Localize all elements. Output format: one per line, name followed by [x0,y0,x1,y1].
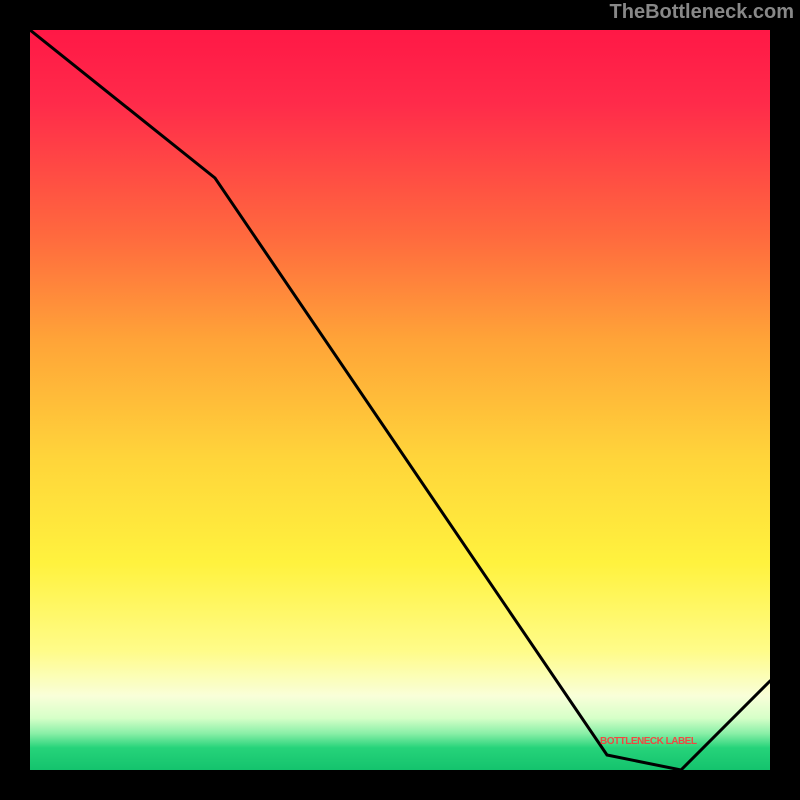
optimum-marker-label: BOTTLENECK LABEL [600,736,696,747]
bottleneck-curve [30,30,770,770]
attribution-text: TheBottleneck.com [610,0,794,24]
curve-svg [30,30,770,770]
chart-frame: TheBottleneck.com BOTTLENECK LABEL [0,0,800,800]
plot-area: BOTTLENECK LABEL [30,30,770,770]
